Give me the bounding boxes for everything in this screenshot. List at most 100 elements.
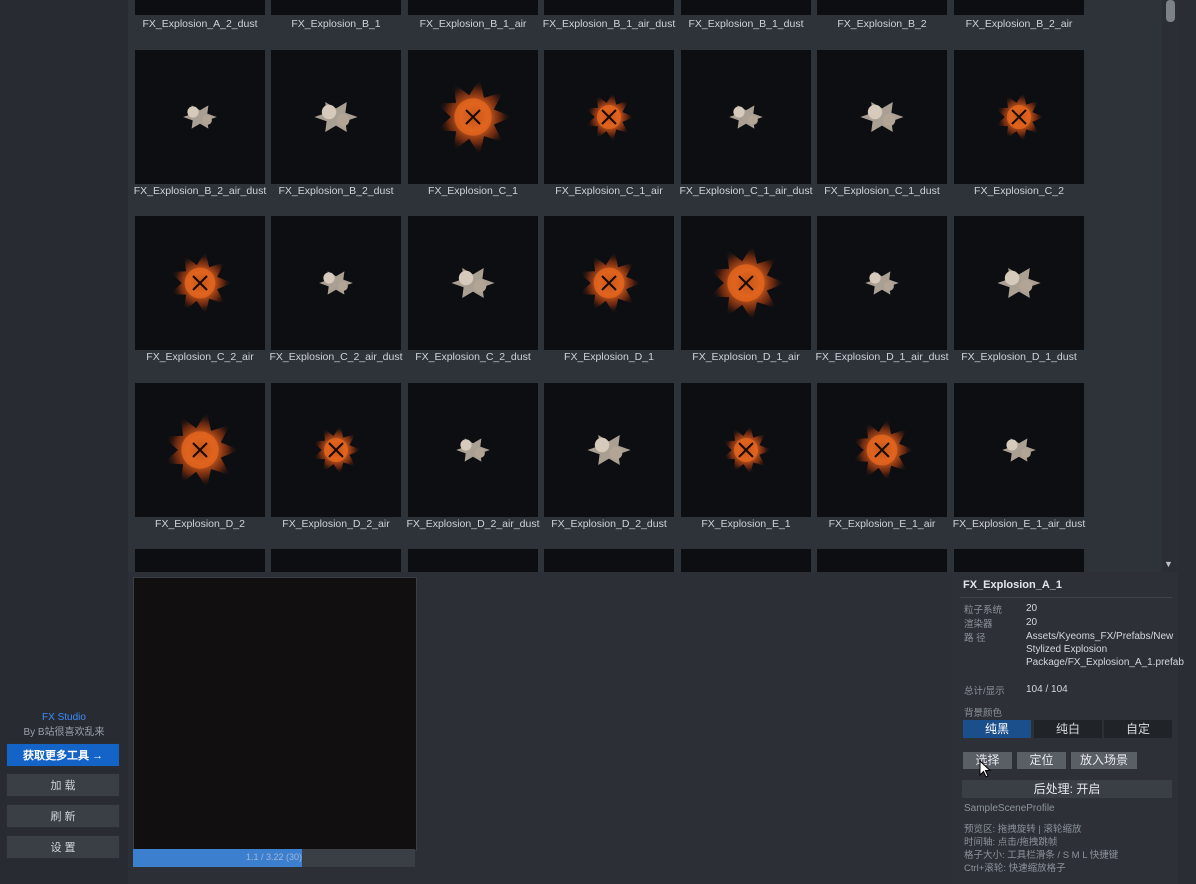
asset-thumbnail[interactable] bbox=[408, 50, 538, 184]
asset-label: FX_Explosion_D_2_dust bbox=[551, 518, 667, 530]
asset-label: FX_Explosion_B_1 bbox=[291, 18, 381, 30]
total-value: 104 / 104 bbox=[1026, 684, 1068, 695]
asset-thumbnail[interactable] bbox=[681, 0, 811, 15]
asset-thumbnail[interactable] bbox=[681, 549, 811, 572]
refresh-button[interactable]: 刷 新 bbox=[6, 804, 120, 828]
timeline-label: 1.1 / 3.22 (30) bbox=[245, 852, 303, 862]
asset-thumbnail[interactable] bbox=[408, 216, 538, 350]
asset-thumbnail[interactable] bbox=[408, 383, 538, 517]
asset-label: FX_Explosion_C_2_air bbox=[146, 351, 254, 363]
grid-scrollbar-thumb[interactable] bbox=[1166, 0, 1175, 22]
grid-scrollbar[interactable] bbox=[1162, 0, 1178, 572]
tip-line: 时间轴: 点击/拖拽跳帧 bbox=[964, 837, 1058, 848]
asset-label: FX_Explosion_C_2 bbox=[974, 185, 1064, 197]
place-in-scene-button[interactable]: 放入场景 bbox=[1071, 752, 1137, 769]
asset-thumbnail[interactable] bbox=[681, 383, 811, 517]
dust-explosion-thumbnail bbox=[456, 438, 490, 462]
asset-thumbnail[interactable] bbox=[544, 216, 674, 350]
particle-count-value: 20 bbox=[1026, 603, 1038, 614]
asset-label: FX_Explosion_E_1_air_dust bbox=[952, 518, 1086, 530]
dust-explosion-thumbnail bbox=[183, 105, 217, 129]
load-button[interactable]: 加 载 bbox=[6, 773, 120, 797]
asset-thumbnail[interactable] bbox=[544, 383, 674, 517]
asset-thumbnail[interactable] bbox=[271, 383, 401, 517]
asset-thumbnail[interactable] bbox=[681, 216, 811, 350]
bg-custom-button[interactable]: 自定 bbox=[1104, 720, 1172, 738]
asset-thumbnail[interactable] bbox=[954, 0, 1084, 15]
asset-thumbnail[interactable] bbox=[817, 50, 947, 184]
asset-thumbnail[interactable] bbox=[271, 549, 401, 572]
asset-thumbnail[interactable] bbox=[135, 216, 265, 350]
asset-thumbnail[interactable] bbox=[544, 50, 674, 184]
fire-explosion-thumbnail bbox=[169, 251, 233, 315]
asset-label: FX_Explosion_B_2_air_dust bbox=[133, 185, 267, 197]
settings-button[interactable]: 设 置 bbox=[6, 835, 120, 859]
right-edge bbox=[1178, 0, 1196, 884]
asset-thumbnail[interactable] bbox=[135, 0, 265, 15]
asset-thumbnail[interactable] bbox=[408, 549, 538, 572]
get-more-tools-button[interactable]: 获取更多工具 → bbox=[6, 743, 120, 767]
asset-label: FX_Explosion_C_1_dust bbox=[824, 185, 940, 197]
dust-explosion-thumbnail bbox=[314, 102, 358, 132]
asset-label: FX_Explosion_E_1 bbox=[701, 518, 791, 530]
tip-line: 预览区: 拖拽旋转 | 滚轮缩放 bbox=[964, 824, 1082, 835]
asset-thumbnail[interactable] bbox=[817, 0, 947, 15]
asset-label: FX_Explosion_D_1 bbox=[564, 351, 654, 363]
bg-white-button[interactable]: 纯白 bbox=[1034, 720, 1102, 738]
fire-explosion-thumbnail bbox=[851, 418, 915, 482]
asset-thumbnail[interactable] bbox=[544, 0, 674, 15]
divider bbox=[960, 597, 1172, 598]
profile-name: SampleSceneProfile bbox=[964, 803, 1055, 814]
asset-thumbnail[interactable] bbox=[135, 383, 265, 517]
asset-label: FX_Explosion_D_1_dust bbox=[961, 351, 1077, 363]
dust-explosion-thumbnail bbox=[1002, 438, 1036, 462]
asset-label: FX_Explosion_A_2_dust bbox=[142, 18, 258, 30]
asset-thumbnail[interactable] bbox=[817, 549, 947, 572]
dust-explosion-thumbnail bbox=[729, 105, 763, 129]
asset-thumbnail[interactable] bbox=[408, 0, 538, 15]
asset-thumbnail[interactable] bbox=[271, 50, 401, 184]
asset-thumbnail[interactable] bbox=[271, 216, 401, 350]
brand-subtitle: By B站很喜欢乱来 bbox=[23, 727, 105, 738]
asset-thumbnail[interactable] bbox=[817, 383, 947, 517]
asset-label: FX_Explosion_C_2_dust bbox=[415, 351, 531, 363]
asset-label: FX_Explosion_D_1_air bbox=[692, 351, 800, 363]
bg-black-button[interactable]: 纯黑 bbox=[963, 720, 1031, 738]
asset-label: FX_Explosion_D_1_air_dust bbox=[815, 351, 949, 363]
asset-thumbnail[interactable] bbox=[681, 50, 811, 184]
asset-label: FX_Explosion_B_1_air bbox=[419, 18, 527, 30]
asset-thumbnail[interactable] bbox=[817, 216, 947, 350]
path-value: Assets/Kyeoms_FX/Prefabs/New Stylized Ex… bbox=[1026, 631, 1184, 668]
asset-thumbnail[interactable] bbox=[954, 549, 1084, 572]
asset-thumbnail[interactable] bbox=[271, 0, 401, 15]
dust-explosion-thumbnail bbox=[319, 271, 353, 295]
asset-thumbnail[interactable] bbox=[954, 50, 1084, 184]
renderer-count-label: 渲染器 bbox=[964, 619, 993, 630]
tip-line: 格子大小: 工具栏滑条 / S M L 快捷键 bbox=[964, 850, 1119, 861]
asset-thumbnail[interactable] bbox=[135, 549, 265, 572]
asset-label: FX_Explosion_C_2_air_dust bbox=[269, 351, 403, 363]
tip-line: Ctrl+滚轮: 快速缩放格子 bbox=[964, 863, 1066, 874]
fire-explosion-thumbnail bbox=[585, 92, 635, 142]
dust-explosion-thumbnail bbox=[997, 268, 1041, 298]
timeline-bar[interactable]: 1.1 / 3.22 (30) bbox=[133, 849, 415, 867]
total-label: 总计/显示 bbox=[964, 686, 1005, 697]
asset-label: FX_Explosion_C_1 bbox=[428, 185, 518, 197]
mouse-cursor-icon bbox=[979, 760, 991, 778]
asset-thumbnail[interactable] bbox=[544, 549, 674, 572]
post-process-toggle[interactable]: 后处理: 开启 bbox=[962, 780, 1172, 798]
asset-label: FX_Explosion_B_2_air bbox=[965, 18, 1073, 30]
asset-thumbnail[interactable] bbox=[135, 50, 265, 184]
brand-title: FX Studio bbox=[42, 712, 86, 723]
asset-label: FX_Explosion_B_1_dust bbox=[688, 18, 804, 30]
asset-label: FX_Explosion_D_2_air_dust bbox=[406, 518, 540, 530]
bg-color-label: 背景颜色 bbox=[964, 708, 1003, 719]
effect-preview-viewport[interactable] bbox=[133, 577, 417, 851]
asset-thumbnail[interactable] bbox=[954, 216, 1084, 350]
fire-explosion-thumbnail bbox=[163, 411, 240, 489]
locate-button[interactable]: 定位 bbox=[1017, 752, 1066, 769]
asset-label: FX_Explosion_D_2 bbox=[155, 518, 245, 530]
scroll-down-arrow-icon[interactable]: ▼ bbox=[1164, 559, 1173, 569]
help-tips: 预览区: 拖拽旋转 | 滚轮缩放 时间轴: 点击/拖拽跳帧 格子大小: 工具栏滑… bbox=[964, 823, 1176, 875]
asset-thumbnail[interactable] bbox=[954, 383, 1084, 517]
